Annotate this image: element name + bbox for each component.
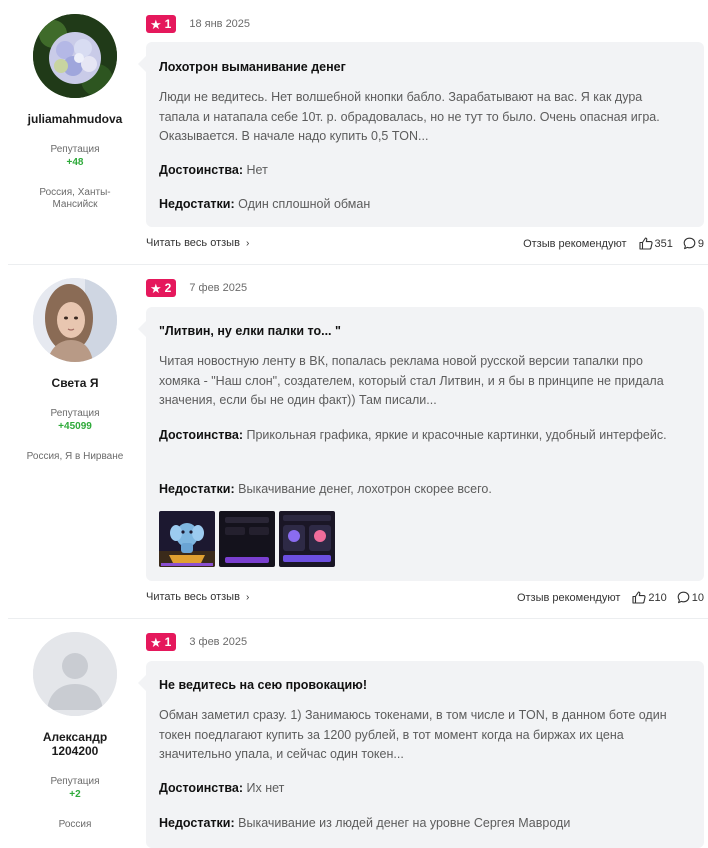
reputation-label: Репутация [50, 776, 100, 787]
like-button[interactable]: 351 [638, 237, 673, 250]
review-title[interactable]: Не ведитесь на сею провокацию! [159, 678, 367, 692]
woman-portrait-photo-icon [33, 278, 117, 362]
comment-count: 9 [697, 237, 704, 250]
dark-app-screenshot-icon [219, 511, 275, 567]
star-icon: ★ [150, 280, 162, 296]
comment-icon [683, 237, 696, 250]
review-pros: Достоинства: Нет [159, 161, 686, 181]
review-card: "Литвин, ну елки палки то... " Читая нов… [138, 307, 704, 581]
rating-value: 1 [164, 635, 172, 649]
review-pros: Достоинства: Прикольная графика, яркие и… [159, 426, 686, 446]
cons-text: Один сплошной обман [238, 197, 371, 211]
cons-label: Недостатки: [159, 482, 235, 496]
review-stats: Отзыв рекомендуют 210 10 [517, 591, 704, 604]
review-footer: Читать весь отзыв › Отзыв рекомендуют 35… [146, 237, 704, 251]
author-location: Россия, Я в Нирване [26, 451, 124, 462]
author-block: Света Я Репутация +45099 Россия, Я в Нир… [10, 278, 140, 463]
rating-badge: ★ 1 [146, 15, 177, 33]
review-1: juliamahmudova Репутация +48 Россия, Хан… [0, 0, 708, 265]
thumbs-up-icon [632, 591, 646, 604]
chevron-right-icon: › [245, 237, 250, 249]
review-pros: Достоинства: Их нет [159, 779, 686, 799]
pros-text: Нет [246, 163, 268, 177]
read-more-link[interactable]: Читать весь отзыв › [146, 591, 249, 603]
review-image-thumbnail[interactable] [159, 511, 215, 567]
like-count: 210 [648, 591, 667, 604]
review-2: Света Я Репутация +45099 Россия, Я в Нир… [0, 265, 708, 619]
read-more-label: Читать весь отзыв [146, 237, 240, 249]
hydrangea-photo-icon [33, 14, 117, 98]
author-name[interactable]: Света Я [10, 376, 140, 390]
comment-count: 10 [691, 591, 704, 604]
review-body: Читая новостную ленту в ВК, попалась рек… [159, 354, 664, 407]
star-icon: ★ [150, 634, 162, 650]
pros-text: Их нет [246, 781, 285, 795]
pros-label: Достоинства: [159, 163, 244, 177]
reputation-value: +48 [66, 157, 84, 168]
cons-label: Недостатки: [159, 197, 235, 211]
review-card: Не ведитесь на сею провокацию! Обман зам… [138, 661, 704, 848]
ton-wallet-screenshot-icon [279, 511, 335, 567]
read-more-link[interactable]: Читать весь отзыв › [146, 237, 249, 249]
review-date: 3 фев 2025 [189, 636, 248, 648]
comments-button[interactable]: 9 [683, 237, 704, 250]
avatar[interactable] [33, 14, 117, 98]
recommend-label: Отзыв рекомендуют [523, 237, 627, 250]
review-image-thumbnail[interactable] [279, 511, 335, 567]
rating-row: ★ 2 7 фев 2025 [146, 279, 247, 297]
avatar[interactable] [33, 632, 117, 716]
avatar[interactable] [33, 278, 117, 362]
cons-text: Выкачивание из людей денег на уровне Сер… [238, 816, 571, 830]
thumbs-up-icon [638, 237, 653, 250]
reputation-label: Репутация [50, 408, 100, 419]
reputation-value: +2 [69, 789, 81, 800]
author-block: juliamahmudova Репутация +48 Россия, Хан… [10, 14, 140, 211]
author-location: Россия, Ханты-Мансийск [39, 187, 111, 210]
review-body: Люди не ведитесь. Нет волшебной кнопки б… [159, 90, 660, 143]
cons-text: Выкачивание денег, лохотрон скорее всего… [238, 482, 492, 496]
reputation-value: +45099 [58, 421, 92, 432]
chevron-right-icon: › [245, 591, 250, 603]
rating-value: 2 [164, 281, 172, 295]
author-block: Александр 1204200 Репутация +2 Россия [10, 632, 140, 831]
review-cons: Недостатки: Выкачивание денег, лохотрон … [159, 480, 686, 500]
comment-icon [677, 591, 690, 604]
rating-badge: ★ 2 [146, 279, 177, 297]
like-count: 351 [654, 237, 673, 250]
review-date: 7 фев 2025 [189, 282, 248, 294]
elephant-game-screenshot-icon [159, 511, 215, 567]
comments-button[interactable]: 10 [677, 591, 704, 604]
reputation-label: Репутация [50, 144, 100, 155]
review-stats: Отзыв рекомендуют 351 9 [523, 237, 704, 250]
like-button[interactable]: 210 [632, 591, 667, 604]
rating-value: 1 [164, 17, 172, 31]
author-name[interactable]: juliamahmudova [10, 112, 140, 126]
author-location: Россия [58, 819, 92, 830]
review-card: Лохотрон выманивание денег Люди не ведит… [138, 42, 704, 227]
review-title[interactable]: "Литвин, ну елки палки то... " [159, 324, 341, 338]
star-icon: ★ [150, 16, 162, 32]
pros-label: Достоинства: [159, 781, 244, 795]
review-cons: Недостатки: Один сплошной обман [159, 195, 686, 215]
review-title[interactable]: Лохотрон выманивание денег [159, 60, 346, 74]
review-cons: Недостатки: Выкачивание из людей денег н… [159, 814, 686, 834]
review-image-thumbnail[interactable] [219, 511, 275, 567]
pros-label: Достоинства: [159, 428, 244, 442]
read-more-label: Читать весь отзыв [146, 591, 240, 603]
rating-badge: ★ 1 [146, 633, 177, 651]
review-images [159, 511, 335, 567]
review-body: Обман заметил сразу. 1) Занимаюсь токена… [159, 708, 667, 761]
review-3: Александр 1204200 Репутация +2 Россия ★ … [0, 619, 708, 848]
review-footer: Читать весь отзыв › Отзыв рекомендуют 21… [146, 591, 704, 605]
author-name[interactable]: Александр 1204200 [10, 730, 140, 758]
recommend-label: Отзыв рекомендуют [516, 591, 621, 604]
review-date: 18 янв 2025 [189, 18, 251, 30]
default-user-icon [33, 632, 117, 716]
pros-text: Прикольная графика, яркие и красочные ка… [246, 428, 667, 442]
cons-label: Недостатки: [159, 816, 235, 830]
rating-row: ★ 1 18 янв 2025 [146, 15, 250, 33]
rating-row: ★ 1 3 фев 2025 [146, 633, 247, 651]
